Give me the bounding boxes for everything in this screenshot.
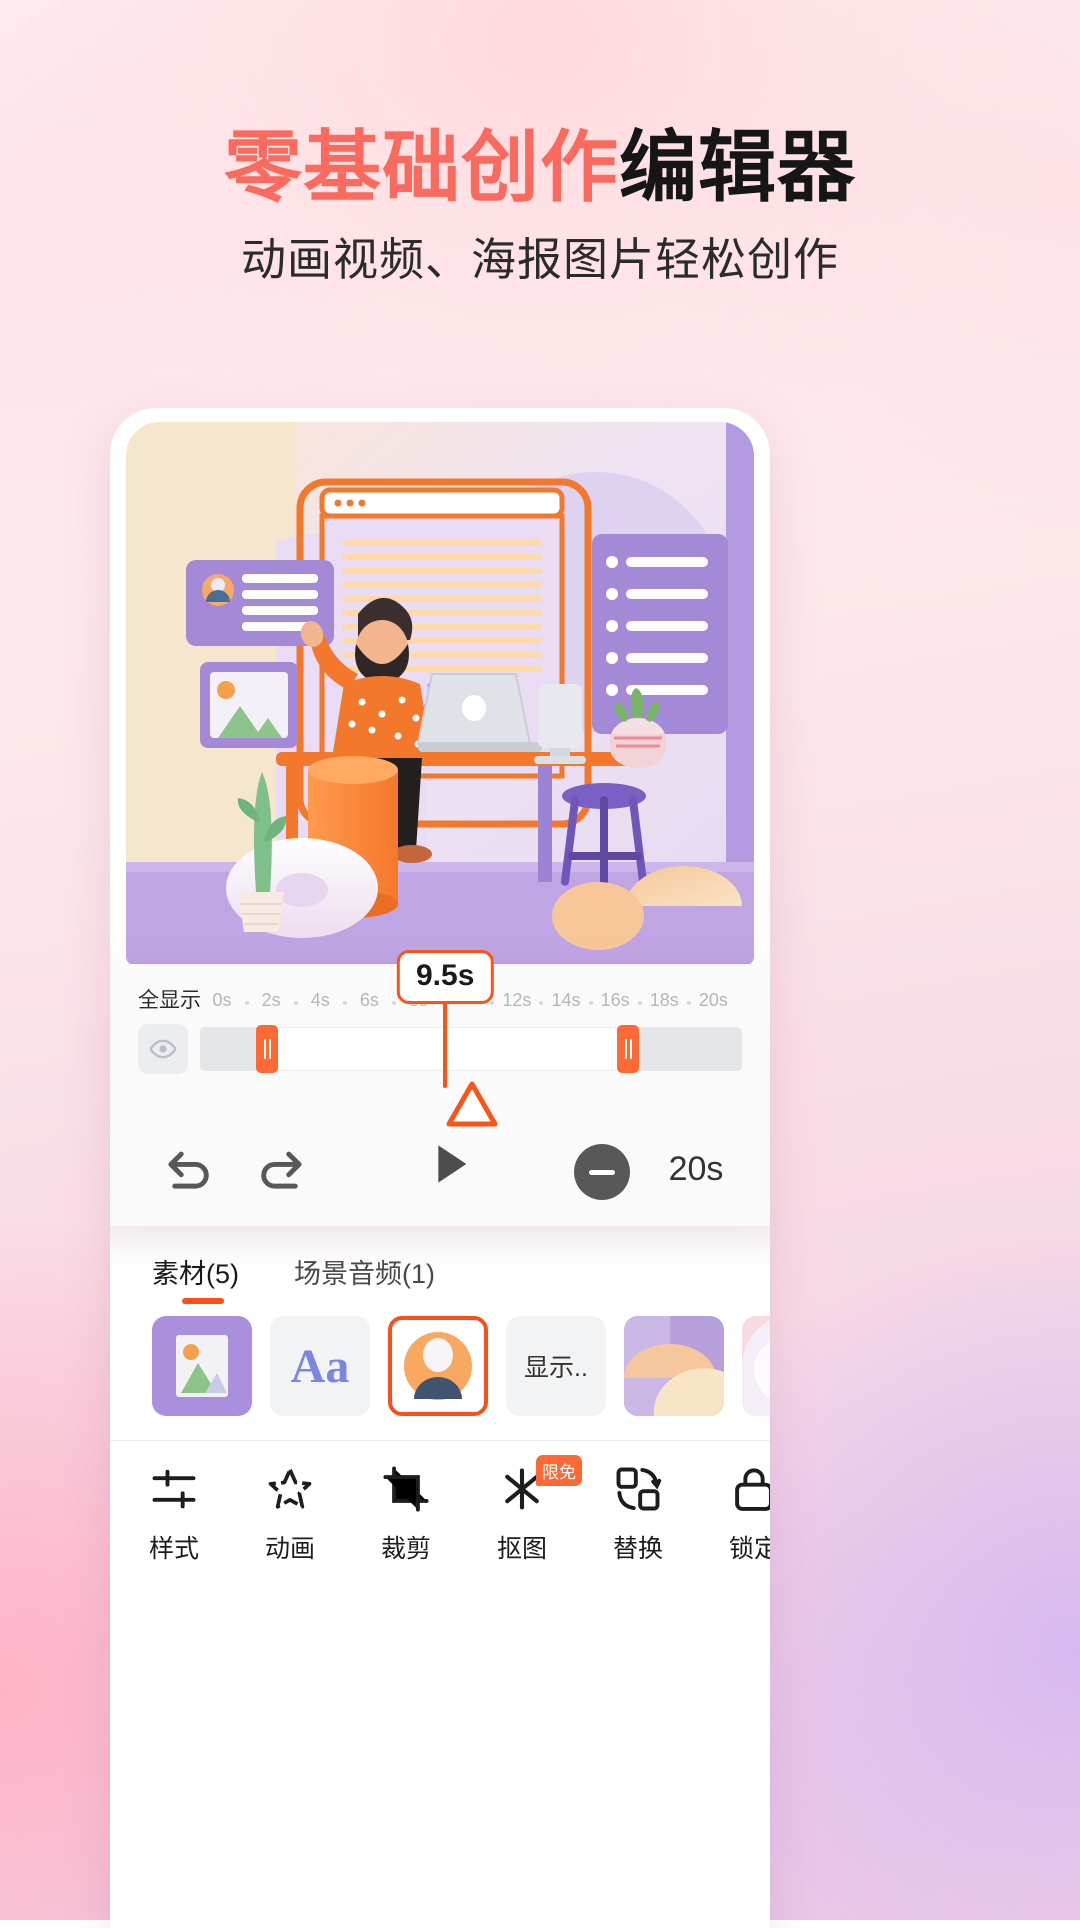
- promo-page: 零基础创作编辑器 动画视频、海报图片轻松创作 全显示 0s 2s 4s 6s 1…: [0, 0, 1080, 1928]
- timeline-panel: 全显示 0s2s4s6s8s10s12s14s16s18s20s: [110, 950, 770, 1226]
- bottom-toolbar: 样式 动画 裁剪 限免 抠图 替换 锁定: [110, 1440, 770, 1580]
- ruler-minor-tick: [342, 1001, 347, 1005]
- photo-thumbnail-icon: [624, 1316, 724, 1416]
- ruler-minor-tick: [686, 1001, 691, 1005]
- redo-button[interactable]: [250, 1136, 312, 1198]
- avatar-icon: [404, 1332, 472, 1400]
- material-text-label: Aa: [290, 1339, 350, 1393]
- page-title-rest: 编辑器: [619, 123, 857, 211]
- play-icon: [438, 1145, 467, 1183]
- ruler-minor-tick: [392, 1001, 396, 1005]
- ruler-minor-tick: [588, 1001, 593, 1005]
- tab-active-underline: [182, 1298, 224, 1304]
- panel-tabs: 素材(5) 场景音频(1): [110, 1236, 770, 1310]
- ruler-minor-tick: [490, 1001, 495, 1005]
- ruler-minor-tick: [539, 1001, 544, 1005]
- toolbar-item-animation[interactable]: 动画: [235, 1463, 345, 1565]
- donut-thumbnail-icon: [742, 1316, 770, 1416]
- material-avatar-thumbnail[interactable]: [388, 1316, 488, 1416]
- all-display-label[interactable]: 全显示: [138, 984, 201, 1014]
- material-display-thumbnail[interactable]: 显示..: [506, 1316, 606, 1416]
- material-scene-thumbnail-2[interactable]: [742, 1316, 770, 1416]
- ruler-tick: 4s: [310, 990, 330, 1010]
- ruler-minor-tick: [244, 1001, 249, 1005]
- sliders-icon: [148, 1463, 200, 1515]
- ruler-minor-tick: [637, 1001, 642, 1005]
- toolbar-label-style: 样式: [148, 1535, 199, 1563]
- swap-icon: [612, 1463, 664, 1515]
- timeline-track[interactable]: [200, 1025, 742, 1073]
- ruler-tick: 16s: [600, 990, 630, 1010]
- play-button[interactable]: [422, 1136, 478, 1192]
- toolbar-label-animation: 动画: [264, 1535, 315, 1563]
- material-strip: Aa 显示..: [110, 1308, 770, 1432]
- toolbar-label-crop: 裁剪: [380, 1535, 431, 1563]
- clip-start-handle[interactable]: [256, 1025, 279, 1073]
- minus-icon: [589, 1169, 615, 1175]
- playhead-triangle-icon: [446, 1081, 498, 1127]
- toolbar-item-lock[interactable]: 锁定: [699, 1463, 770, 1565]
- ruler-tick: 18s: [649, 990, 679, 1010]
- toolbar-label-cutout: 抠图: [496, 1535, 547, 1563]
- page-subtitle: 动画视频、海报图片轻松创作: [240, 234, 839, 285]
- crop-icon: [380, 1463, 432, 1515]
- ruler-tick: 14s: [551, 990, 581, 1010]
- timeline-controls: 20s: [110, 1136, 770, 1208]
- star-icon: [264, 1463, 316, 1515]
- page-title: 零基础创作编辑器: [0, 128, 1080, 206]
- ruler-tick: 2s: [261, 990, 281, 1010]
- toolbar-item-replace[interactable]: 替换: [583, 1463, 693, 1565]
- playhead-time-badge[interactable]: 9.5s: [396, 950, 494, 1004]
- redo-icon: [261, 1151, 302, 1189]
- material-image-thumbnail[interactable]: [152, 1316, 252, 1416]
- visibility-toggle-button[interactable]: [138, 1024, 188, 1074]
- phone-mockup: Aa: [110, 408, 770, 1928]
- page-title-highlight: 零基础创作: [223, 123, 619, 211]
- eye-icon: [149, 1039, 177, 1059]
- material-scene-thumbnail-1[interactable]: [624, 1316, 724, 1416]
- duration-value: 20s: [668, 1150, 724, 1188]
- material-display-label: 显示..: [524, 1354, 588, 1382]
- toolbar-label-lock: 锁定: [728, 1535, 770, 1563]
- undo-icon: [168, 1151, 209, 1189]
- lock-icon: [728, 1463, 770, 1515]
- tab-scene-audio[interactable]: 场景音频(1): [294, 1252, 435, 1291]
- ruler-tick: 20s: [698, 990, 728, 1010]
- ruler-minor-tick: [293, 1001, 298, 1005]
- tab-materials[interactable]: 素材(5): [152, 1252, 239, 1291]
- toolbar-item-crop[interactable]: 裁剪: [351, 1463, 461, 1565]
- timeline-track-row: 9.5s: [138, 950, 742, 1127]
- clip-end-handle[interactable]: [617, 1025, 640, 1073]
- ruler-tick: 6s: [359, 990, 379, 1010]
- ruler-tick: 0s: [212, 990, 232, 1010]
- material-text-thumbnail[interactable]: Aa: [270, 1316, 370, 1416]
- scene-illustration: Aa: [126, 422, 754, 966]
- editor-canvas[interactable]: Aa: [126, 422, 754, 966]
- toolbar-item-style[interactable]: 样式: [119, 1463, 229, 1565]
- zoom-out-button[interactable]: [574, 1144, 630, 1200]
- toolbar-label-replace: 替换: [612, 1535, 663, 1563]
- sparkle-icon: 限免: [496, 1455, 582, 1515]
- ruler-tick: 12s: [502, 990, 532, 1010]
- cutout-free-badge: 限免: [536, 1455, 582, 1486]
- image-icon: [176, 1335, 228, 1397]
- timeline-clip[interactable]: [267, 1027, 629, 1071]
- undo-button[interactable]: [158, 1136, 220, 1198]
- toolbar-item-cutout[interactable]: 限免 抠图: [467, 1455, 582, 1565]
